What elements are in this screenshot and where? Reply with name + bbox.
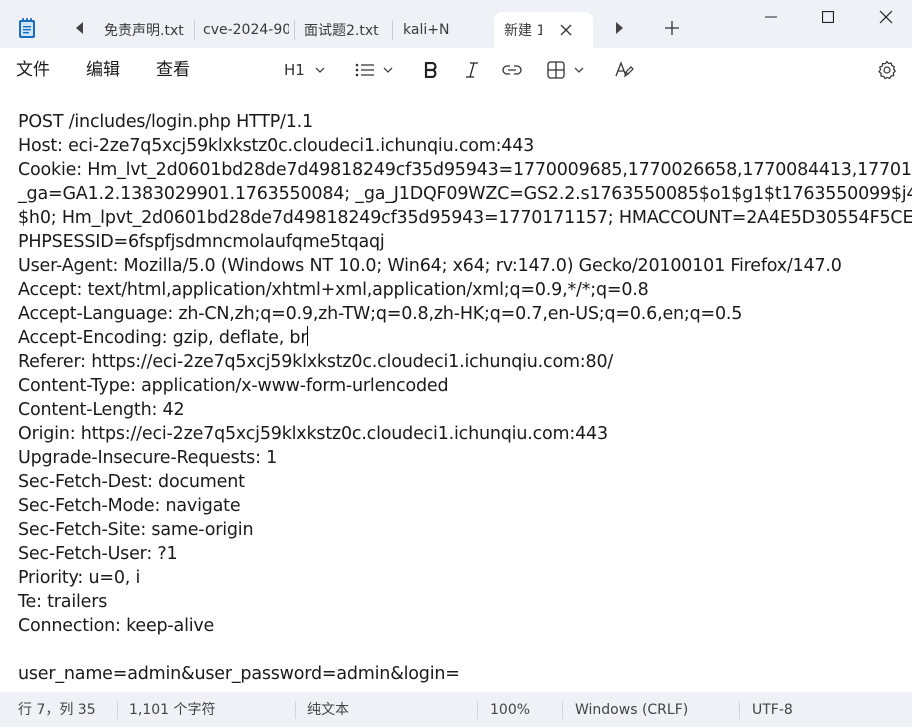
tab-disclaimer[interactable]: 免责声明.txt [104, 12, 190, 48]
notepad-app-icon [17, 17, 37, 39]
text-editor[interactable]: POST /includes/login.php HTTP/1.1 Host: … [0, 92, 912, 692]
editor-line-text: Accept-Encoding: gzip, deflate, br [18, 328, 308, 348]
scroll-tabs-left-icon[interactable] [72, 20, 88, 36]
editor-line: Referer: https://eci-2ze7q5xcj59klxkstz0… [18, 352, 614, 372]
chevron-down-icon [574, 67, 584, 73]
tab-kali[interactable]: kali+N [403, 12, 449, 48]
editor-line: Content-Type: application/x-www-form-url… [18, 376, 449, 396]
tab-label: 免责声明.txt [104, 23, 184, 39]
tab-label: 面试题2.txt [304, 23, 379, 39]
chevron-down-icon [383, 67, 393, 73]
editor-line: Sec-Fetch-User: ?1 [18, 544, 178, 564]
editor-line: Sec-Fetch-Mode: navigate [18, 496, 241, 516]
maximize-icon[interactable] [805, 0, 851, 34]
settings-button[interactable] [877, 58, 897, 82]
tab-divider [194, 20, 195, 40]
list-dropdown[interactable] [355, 58, 393, 82]
tab-label: kali+N [403, 22, 449, 38]
menu-view[interactable]: 查看 [156, 58, 190, 82]
editor-line: Host: eci-2ze7q5xcj59klxkstz0c.cloudeci1… [18, 136, 535, 156]
minimize-icon[interactable] [748, 0, 794, 34]
title-bar: 免责声明.txt cve-2024-90 面试题2.txt kali+N 新建 … [0, 0, 912, 48]
editor-line: Cookie: Hm_lvt_2d0601bd28de7d49818249cf3… [18, 160, 912, 180]
line-ending[interactable]: Windows (CRLF) [575, 701, 688, 719]
editor-line-with-caret: Accept-Encoding: gzip, deflate, br [18, 326, 309, 350]
close-tab-icon[interactable] [554, 18, 578, 42]
tab-divider [294, 20, 295, 40]
italic-button[interactable] [465, 58, 479, 82]
editor-line: Priority: u=0, i [18, 568, 141, 588]
editor-line: Accept: text/html,application/xhtml+xml,… [18, 280, 649, 300]
close-window-icon[interactable] [863, 0, 909, 34]
link-button[interactable] [502, 58, 522, 82]
editor-line: PHPSESSID=6fspfjsdmncmolaufqme5tqaqj [18, 232, 385, 252]
editor-line: POST /includes/login.php HTTP/1.1 [18, 112, 313, 132]
menu-bar: 文件 编辑 查看 H1 [0, 48, 912, 92]
clear-formatting-button[interactable] [614, 58, 634, 82]
scroll-tabs-right-icon[interactable] [611, 20, 627, 36]
status-divider [477, 701, 478, 719]
status-divider [117, 701, 118, 719]
editor-line: Sec-Fetch-Dest: document [18, 472, 245, 492]
menu-file[interactable]: 文件 [16, 58, 50, 82]
character-count: 1,101 个字符 [129, 702, 216, 718]
tab-label: 新建 1 [504, 23, 542, 39]
editor-line: Connection: keep-alive [18, 616, 215, 636]
tab-cve[interactable]: cve-2024-90 [203, 12, 289, 48]
status-divider [739, 701, 740, 719]
editor-line: User-Agent: Mozilla/5.0 (Windows NT 10.0… [18, 256, 842, 276]
editor-line: Te: trailers [18, 592, 108, 612]
table-dropdown[interactable] [547, 58, 584, 82]
table-icon [547, 61, 565, 79]
status-divider [562, 701, 563, 719]
text-format[interactable]: 纯文本 [307, 701, 349, 719]
editor-line: user_name=admin&user_password=admin&logi… [18, 664, 460, 684]
status-divider [295, 701, 296, 719]
editor-line: $h0; Hm_lpvt_2d0601bd28de7d49818249cf35d… [18, 208, 912, 228]
editor-line: Accept-Language: zh-CN,zh;q=0.9,zh-TW;q=… [18, 304, 743, 324]
tab-divider [392, 20, 393, 40]
editor-line: Upgrade-Insecure-Requests: 1 [18, 448, 278, 468]
editor-line: _ga=GA1.2.1383029901.1763550084; _ga_J1D… [18, 184, 912, 204]
heading-dropdown[interactable]: H1 [284, 58, 325, 82]
editor-line: Sec-Fetch-Site: same-origin [18, 520, 254, 540]
text-caret [307, 326, 309, 346]
zoom-level[interactable]: 100% [490, 701, 530, 719]
tab-label: cve-2024-90 [203, 22, 289, 38]
bold-icon [424, 62, 438, 78]
tab-interview[interactable]: 面试题2.txt [304, 12, 388, 48]
tab-new-active[interactable]: 新建 1 [494, 12, 593, 48]
notepad-window: 免责声明.txt cve-2024-90 面试题2.txt kali+N 新建 … [0, 0, 912, 727]
bold-button[interactable] [424, 58, 438, 82]
heading-label: H1 [284, 61, 305, 79]
bullet-list-icon [355, 62, 375, 78]
encoding[interactable]: UTF-8 [752, 701, 793, 719]
chevron-down-icon [315, 67, 325, 73]
link-icon [502, 64, 522, 76]
editor-line: Content-Length: 42 [18, 400, 185, 420]
editor-line: Origin: https://eci-2ze7q5xcj59klxkstz0c… [18, 424, 608, 444]
menu-edit[interactable]: 编辑 [86, 58, 120, 82]
new-tab-icon[interactable] [662, 18, 682, 38]
status-bar: 行 7，列 35 1,101 个字符 纯文本 100% Windows (CRL… [0, 692, 912, 727]
clear-formatting-icon [614, 60, 634, 80]
italic-icon [465, 62, 479, 78]
cursor-position: 行 7，列 35 [18, 702, 96, 718]
gear-icon [877, 60, 897, 80]
